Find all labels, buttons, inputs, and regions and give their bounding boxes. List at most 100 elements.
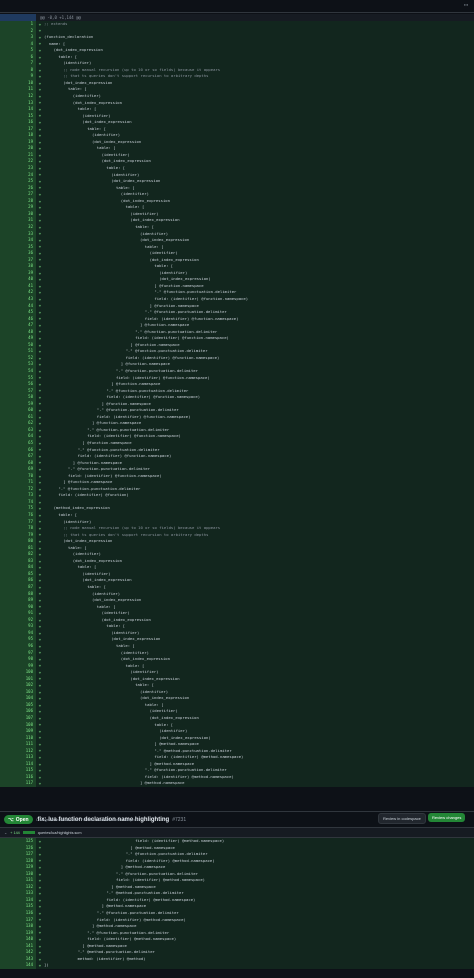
file-path[interactable]: queries/lua/highlights.scm <box>38 831 82 835</box>
addition-marker: + <box>38 715 42 721</box>
addition-marker: + <box>38 231 42 237</box>
hunk-header: @@ -0,0 +1,144 @@ <box>40 15 81 20</box>
addition-marker: + <box>38 388 42 394</box>
addition-marker: + <box>38 493 42 499</box>
diff-lines-bottom: 125 + field: (identifier) @method.namespac… <box>0 838 474 969</box>
addition-marker: + <box>38 47 42 53</box>
addition-marker: + <box>38 126 42 132</box>
addition-marker: + <box>38 552 42 558</box>
addition-marker: + <box>38 218 42 224</box>
line-number[interactable]: 144 <box>0 962 36 969</box>
addition-marker: + <box>38 316 42 322</box>
addition-marker: + <box>38 198 42 204</box>
addition-marker: + <box>38 858 42 864</box>
addition-marker: + <box>38 466 42 472</box>
addition-marker: + <box>38 748 42 754</box>
addition-marker: + <box>38 512 42 518</box>
addition-marker: + <box>38 119 42 125</box>
addition-marker: + <box>38 630 42 636</box>
expand-hunk-icon[interactable] <box>0 14 36 21</box>
addition-marker: + <box>38 578 42 584</box>
addition-marker: + <box>38 277 42 283</box>
addition-marker: + <box>38 224 42 230</box>
addition-marker: + <box>38 414 42 420</box>
addition-marker: + <box>38 891 42 897</box>
addition-marker: + <box>38 871 42 877</box>
addition-marker: + <box>38 93 42 99</box>
addition-marker: + <box>38 172 42 178</box>
addition-marker: + <box>38 421 42 427</box>
addition-marker: + <box>38 296 42 302</box>
addition-marker: + <box>38 963 42 969</box>
pr-subheader: Changes from all commits · File filter ·… <box>36 818 139 822</box>
addition-marker: + <box>38 185 42 191</box>
addition-marker: + <box>38 355 42 361</box>
addition-marker: + <box>38 897 42 903</box>
addition-marker: + <box>38 768 42 774</box>
addition-marker: + <box>38 663 42 669</box>
addition-marker: + <box>38 624 42 630</box>
addition-marker: + <box>38 394 42 400</box>
addition-marker: + <box>38 349 42 355</box>
review-changes-button[interactable]: Review changes <box>428 813 466 822</box>
addition-marker: + <box>38 617 42 623</box>
addition-marker: + <box>38 440 42 446</box>
addition-marker: + <box>38 943 42 949</box>
addition-marker: + <box>38 74 42 80</box>
addition-marker: + <box>38 676 42 682</box>
addition-marker: + <box>38 146 42 152</box>
addition-marker: + <box>38 113 42 119</box>
addition-marker: + <box>38 499 42 505</box>
hunk-header-row: @@ -0,0 +1,144 @@ <box>0 14 474 21</box>
addition-marker: + <box>38 152 42 158</box>
addition-marker: + <box>38 250 42 256</box>
addition-marker: + <box>38 401 42 407</box>
addition-marker: + <box>38 368 42 374</box>
addition-marker: + <box>38 283 42 289</box>
addition-marker: + <box>38 54 42 60</box>
addition-marker: + <box>38 545 42 551</box>
addition-marker: + <box>38 878 42 884</box>
addition-marker: + <box>38 864 42 870</box>
pr-status-badge: ⌥ Open <box>4 815 33 824</box>
addition-marker: + <box>38 100 42 106</box>
addition-marker: + <box>38 709 42 715</box>
diff-view-bottom: 125 + field: (identifier) @method.namespac… <box>0 838 474 969</box>
addition-marker: + <box>38 133 42 139</box>
line-number[interactable]: 117 <box>0 780 36 787</box>
addition-marker: + <box>38 205 42 211</box>
addition-marker: + <box>38 178 42 184</box>
diff-lines-top: 1 +;; extends 2 +3 + (function_declaration 4 + n… <box>0 21 474 787</box>
file-header: ⌄ + 144 queries/lua/highlights.scm <box>0 828 474 838</box>
top-bar: ⋯ <box>0 0 474 13</box>
addition-marker: + <box>38 447 42 453</box>
addition-marker: + <box>38 159 42 165</box>
code-text: ]) <box>44 962 49 968</box>
kebab-menu-icon[interactable]: ⋯ <box>464 1 468 9</box>
addition-marker: + <box>38 362 42 368</box>
addition-marker: + <box>38 480 42 486</box>
addition-marker: + <box>38 427 42 433</box>
addition-marker: + <box>38 309 42 315</box>
addition-marker: + <box>38 597 42 603</box>
addition-marker: + <box>38 761 42 767</box>
addition-marker: + <box>38 702 42 708</box>
code-text: ;; extends <box>44 21 68 26</box>
addition-marker: + <box>38 270 42 276</box>
addition-marker: + <box>38 722 42 728</box>
diffstat-bars <box>22 831 35 834</box>
addition-marker: + <box>38 139 42 145</box>
addition-marker: + <box>38 336 42 342</box>
addition-marker: + <box>38 689 42 695</box>
review-in-codespace-button[interactable]: Review in codespace <box>378 813 426 824</box>
code-text: field: (identifier) @function) <box>58 492 129 498</box>
addition-marker: + <box>38 87 42 93</box>
addition-marker: + <box>38 917 42 923</box>
addition-marker: + <box>38 165 42 171</box>
addition-marker: + <box>38 525 42 531</box>
addition-marker: + <box>38 61 42 67</box>
collapse-chevron-icon[interactable]: ⌄ <box>4 830 7 835</box>
addition-marker: + <box>38 519 42 525</box>
addition-marker: + <box>38 486 42 492</box>
code-text: ] @method.namespace <box>140 780 185 786</box>
